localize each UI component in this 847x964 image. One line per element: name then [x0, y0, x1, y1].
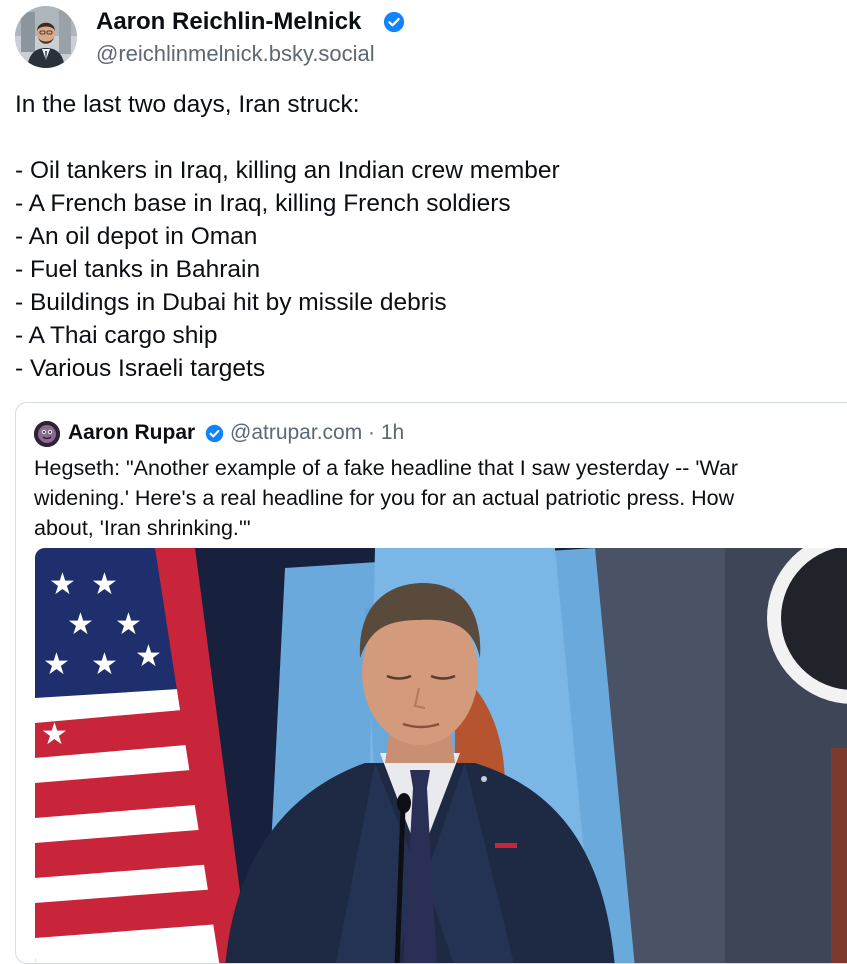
- verified-badge-icon: [205, 424, 224, 443]
- svg-text:★: ★: [135, 639, 162, 674]
- avatar-photo-icon: [15, 6, 77, 68]
- post: Aaron Reichlin-Melnick @reichlinmelnick.…: [0, 0, 847, 964]
- post-text-line: - A French base in Iraq, killing French …: [15, 190, 511, 217]
- post-text-line: - An oil depot in Oman: [15, 223, 258, 250]
- verified-badge-icon: [383, 11, 405, 33]
- svg-text:★: ★: [49, 567, 76, 602]
- post-text-line: - Various Israeli targets: [15, 355, 266, 382]
- quote-author-name[interactable]: Aaron Rupar: [68, 419, 195, 447]
- quote-media-image[interactable]: ★ ★ ★ ★ ★ ★ ★ ★: [35, 548, 847, 963]
- quoted-post-card[interactable]: Aaron Rupar @atrupar.com · 1h Hegseth: "…: [15, 402, 847, 964]
- quote-author-avatar[interactable]: [34, 421, 60, 447]
- svg-text:★: ★: [91, 567, 118, 602]
- author-name[interactable]: Aaron Reichlin-Melnick: [96, 7, 361, 37]
- post-text-line: In the last two days, Iran struck:: [15, 91, 360, 118]
- video-still-image: ★ ★ ★ ★ ★ ★ ★ ★: [35, 548, 847, 963]
- quote-handle-and-time[interactable]: @atrupar.com · 1h: [230, 419, 404, 447]
- svg-text:★: ★: [41, 717, 68, 752]
- svg-text:★: ★: [43, 647, 70, 682]
- post-text-line: - Buildings in Dubai hit by missile debr…: [15, 289, 447, 316]
- post-text: In the last two days, Iran struck: - Oil…: [15, 88, 835, 385]
- svg-text:★: ★: [91, 647, 118, 682]
- post-text-line: - Fuel tanks in Bahrain: [15, 256, 261, 283]
- quote-text-line: Hegseth: "Another example of a fake head…: [34, 456, 739, 480]
- quote-text: Hegseth: "Another example of a fake head…: [34, 453, 834, 543]
- post-text-line: [15, 121, 835, 154]
- author-avatar[interactable]: [15, 6, 77, 68]
- quote-text-line: about, 'Iran shrinking.'": [34, 516, 251, 540]
- avatar-photo-icon: [34, 421, 60, 447]
- svg-text:★: ★: [115, 607, 142, 642]
- post-text-line: - A Thai cargo ship: [15, 322, 218, 349]
- post-text-line: - Oil tankers in Iraq, killing an Indian…: [15, 157, 560, 184]
- author-handle[interactable]: @reichlinmelnick.bsky.social: [96, 40, 375, 68]
- quote-text-line: widening.' Here's a real headline for yo…: [34, 486, 735, 510]
- svg-text:★: ★: [67, 607, 94, 642]
